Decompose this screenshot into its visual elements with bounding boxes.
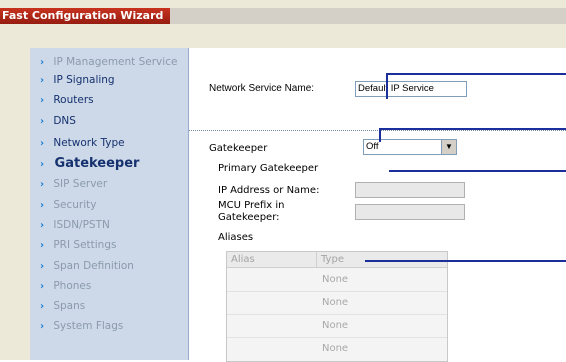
network-service-name-field[interactable]: Default IP Service — [355, 81, 467, 97]
callout-line-gatekeeper — [379, 128, 566, 130]
chevron-right-icon: › — [40, 95, 45, 106]
section-divider — [189, 130, 566, 131]
nav-item-ip-signaling[interactable]: › IP Signaling — [40, 72, 115, 88]
nav-item-label: Security — [53, 199, 97, 211]
table-row[interactable]: None — [227, 338, 447, 360]
nav-item-phones[interactable]: › Phones — [40, 278, 91, 294]
nav-item-security[interactable]: › Security — [40, 197, 96, 213]
callout-line-gatekeeper-drop — [379, 128, 381, 142]
chevron-right-icon: › — [40, 261, 45, 272]
chevron-right-icon: › — [40, 75, 45, 86]
ip-address-field[interactable] — [355, 182, 465, 198]
nav-item-label: System Flags — [53, 320, 124, 332]
gatekeeper-select-value: Off — [366, 141, 379, 152]
nav-item-label: Gatekeeper — [54, 156, 140, 171]
nav-item-label: Network Type — [53, 137, 125, 149]
table-row[interactable]: None — [227, 292, 447, 315]
nav-item-dns[interactable]: › DNS — [40, 113, 76, 129]
mcu-prefix-label-line2: Gatekeeper: — [218, 212, 280, 223]
nav-item-pri-settings[interactable]: › PRI Settings — [40, 237, 116, 253]
wizard-navigation: › IP Management Service › IP Signaling ›… — [30, 48, 189, 360]
table-row[interactable]: None — [227, 269, 447, 292]
callout-line-network-service — [386, 73, 566, 75]
nav-item-ip-management-service[interactable]: › IP Management Service — [40, 54, 177, 70]
nav-item-label: DNS — [53, 115, 76, 127]
callout-line-network-service-drop — [386, 73, 388, 99]
nav-item-isdn-pstn[interactable]: › ISDN/PSTN — [40, 217, 110, 233]
nav-item-system-flags[interactable]: › System Flags — [40, 318, 123, 334]
dropdown-arrow-icon[interactable]: ▼ — [441, 140, 456, 154]
nav-item-label: Span Definition — [53, 260, 134, 272]
network-service-name-label: Network Service Name: — [209, 83, 315, 94]
nav-item-routers[interactable]: › Routers — [40, 92, 94, 108]
primary-gatekeeper-label: Primary Gatekeeper — [218, 163, 319, 174]
chevron-right-icon: › — [40, 220, 45, 231]
nav-item-label: PRI Settings — [53, 239, 117, 251]
nav-item-sip-server[interactable]: › SIP Server — [40, 176, 107, 192]
window-title: Fast Configuration Wizard — [2, 9, 164, 22]
nav-item-label: IP Signaling — [53, 74, 115, 86]
nav-item-label: Phones — [53, 280, 92, 292]
gatekeeper-label: Gatekeeper — [209, 143, 268, 154]
nav-item-label: Spans — [53, 300, 86, 312]
chevron-right-icon: › — [40, 116, 45, 127]
type-cell: None — [322, 343, 349, 354]
nav-item-label: IP Management Service — [53, 56, 178, 68]
nav-item-span-definition[interactable]: › Span Definition — [40, 258, 134, 274]
chevron-right-icon: › — [40, 301, 45, 312]
column-header-alias: Alias — [227, 252, 317, 268]
aliases-table: Alias Type None None None None — [226, 251, 448, 362]
title-bar-extension — [170, 8, 566, 24]
mcu-prefix-field[interactable] — [355, 204, 465, 220]
wizard-window: Fast Configuration Wizard › IP Managemen… — [0, 0, 566, 362]
callout-line-primary-gatekeeper — [389, 170, 566, 172]
type-cell: None — [322, 320, 349, 331]
chevron-right-icon: › — [40, 321, 45, 332]
chevron-right-icon: › — [40, 200, 45, 211]
aliases-label: Aliases — [218, 232, 254, 243]
chevron-right-icon: › — [40, 159, 45, 170]
mcu-prefix-label-line1: MCU Prefix in — [218, 200, 285, 211]
gatekeeper-select[interactable]: Off ▼ — [363, 139, 457, 155]
nav-item-network-type[interactable]: › Network Type — [40, 135, 125, 151]
nav-item-label: ISDN/PSTN — [53, 219, 110, 231]
chevron-right-icon: › — [40, 281, 45, 292]
gatekeeper-panel: Network Service Name: Default IP Service… — [189, 48, 566, 362]
chevron-right-icon: › — [40, 179, 45, 190]
nav-item-spans[interactable]: › Spans — [40, 298, 85, 314]
nav-item-label: Routers — [53, 94, 94, 106]
nav-item-gatekeeper[interactable]: › Gatekeeper — [40, 156, 139, 172]
chevron-right-icon: › — [40, 57, 45, 68]
type-cell: None — [322, 297, 349, 308]
nav-item-label: SIP Server — [53, 178, 108, 190]
table-row[interactable]: None — [227, 315, 447, 338]
chevron-right-icon: › — [40, 138, 45, 149]
ip-address-label: IP Address or Name: — [218, 185, 320, 196]
type-cell: None — [322, 274, 349, 285]
chevron-right-icon: › — [40, 240, 45, 251]
callout-line-aliases — [365, 260, 566, 262]
